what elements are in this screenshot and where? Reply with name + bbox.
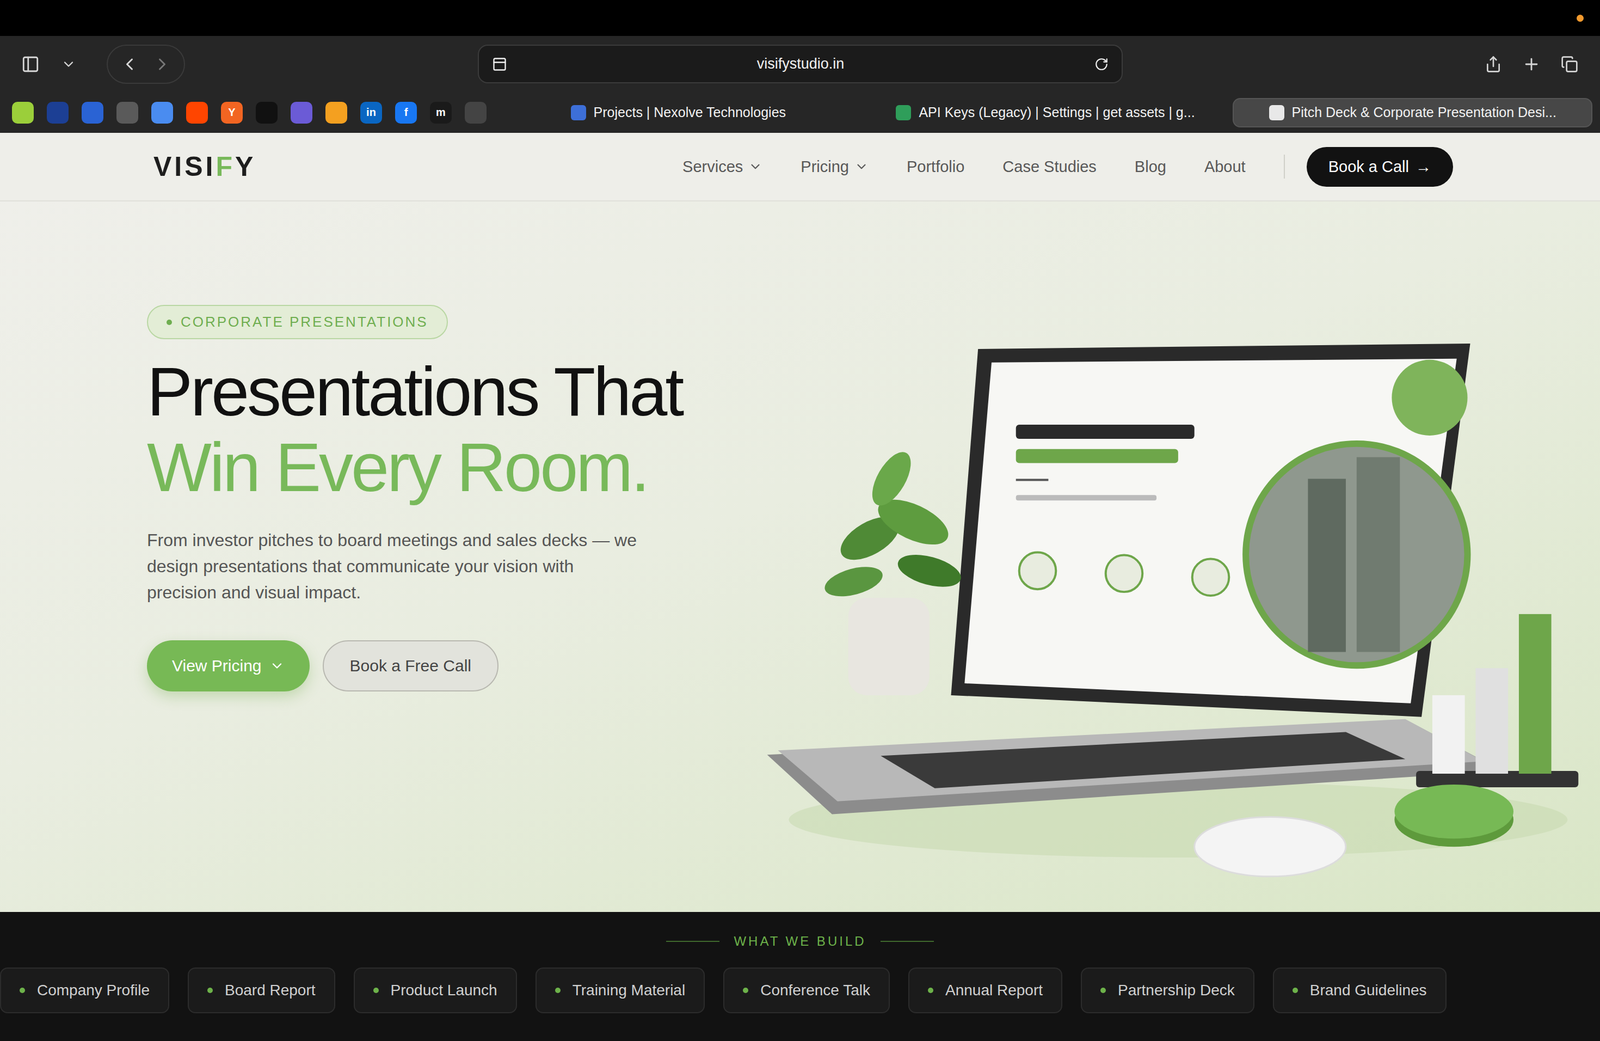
chevron-down-icon [269,657,285,674]
hero-lead: From investor pitches to board meetings … [146,526,643,606]
nav-links: Services Pricing Portfolio Case Studies Blog… [682,146,1454,187]
reload-icon[interactable] [1094,57,1109,72]
showcase-chip: Product Launch [353,967,518,1013]
chip-dot [1292,987,1298,993]
hero-heading: Presentations ThatWin Every Room. [146,354,735,506]
forward-icon [152,54,172,75]
browser-tab[interactable]: Pitch Deck & Corporate Presentation Desi… [1232,97,1593,128]
pinned-tab[interactable] [255,101,278,124]
chip-dot [1100,987,1106,993]
badge-dot [166,319,172,325]
back-icon [119,54,140,75]
pinned-tab[interactable] [151,101,174,124]
nav-link[interactable]: Case Studies [1002,157,1097,176]
pinned-tab[interactable] [464,101,487,124]
pinned-tab[interactable] [186,101,208,124]
plus-icon [1522,54,1541,74]
showcase-label: WHAT WE BUILD [666,933,934,949]
tabs-icon [1560,55,1579,73]
pinned-tab[interactable] [325,101,348,124]
showcase-chip: Board Report [187,967,336,1013]
pinned-tab[interactable]: f [395,101,417,124]
nav-link[interactable]: Portfolio [906,157,965,176]
showcase-band: WHAT WE BUILD Company Profile Board Report… [0,911,1600,1041]
pinned-tab[interactable] [11,101,34,124]
favicon-icon [570,105,587,121]
hero-image [734,343,1600,890]
favicon-icon [1269,105,1285,121]
tab-group-button[interactable] [52,47,85,81]
browser-tab[interactable]: Projects | Nexolve Technologies [498,97,859,128]
status-dot [1576,14,1584,22]
hero-badge: CORPORATE PRESENTATIONS [146,304,448,340]
sidebar-icon [21,54,40,74]
chevron-down-icon [748,159,763,174]
pinned-tabs: Yinfm [7,101,491,124]
hero: CORPORATE PRESENTATIONS Presentations Tha… [0,201,1600,912]
url-text: visifystudio.in [507,55,1095,73]
showcase-chip: Partnership Deck [1080,967,1255,1013]
toolbar-right [1122,47,1587,81]
system-bar [0,0,1600,36]
book-call-button[interactable]: Book a Call→ [1306,146,1454,187]
showcase-chip: Company Profile [0,967,170,1013]
address-field[interactable]: visifystudio.in [477,44,1123,84]
label-line [666,940,720,942]
toolbar-left [14,44,478,84]
forward-button[interactable] [145,47,179,81]
pinned-tab[interactable] [81,101,104,124]
chip-dot [19,987,26,993]
showcase-chip: Annual Report [908,967,1063,1013]
hero-visual [734,343,1600,890]
pinned-tab[interactable] [290,101,313,124]
showcase-chip: Training Material [535,967,705,1013]
nav-link[interactable]: About [1204,157,1246,176]
chevron-down-icon [854,159,869,174]
browser-window: visifystudio.in Yinfm Projects | Nexolve T… [0,0,1600,1041]
nav-divider [1283,154,1285,179]
favicon-icon [895,105,912,121]
new-tab-button[interactable] [1515,47,1548,81]
pinned-tab[interactable]: in [360,101,383,124]
showcase-chips: Company Profile Board Report Product Launc… [0,967,1600,1013]
chip-dot [555,987,561,993]
nav-link[interactable]: Pricing [800,157,869,176]
hero-buttons: View PricingBook a Free Call [146,640,735,692]
chip-dot [927,987,934,993]
showcase-chip: Brand Guidelines [1272,967,1447,1013]
logo[interactable]: VISIFY [153,150,256,183]
pinned-tab[interactable] [116,101,139,124]
chevron-down-icon [60,56,77,72]
view-pricing-button[interactable]: View Pricing [146,640,310,692]
share-icon [1484,55,1503,73]
pinned-tab[interactable] [46,101,69,124]
reader-icon [491,56,508,72]
tab-overview-button[interactable] [1553,47,1586,81]
nav-link[interactable]: Blog [1134,157,1167,176]
chip-dot [742,987,749,993]
sidebar-button[interactable] [14,47,47,81]
site-nav: VISIFY Services Pricing Portfolio Case Studi… [0,132,1600,202]
tab-bar: Yinfm Projects | Nexolve TechnologiesAPI … [0,91,1600,133]
browser-tab[interactable]: API Keys (Legacy) | Settings | get asset… [865,97,1226,128]
back-button[interactable] [113,47,146,81]
showcase-chip: Conference Talk [723,967,890,1013]
hero-copy: CORPORATE PRESENTATIONS Presentations Tha… [146,201,735,912]
chip-dot [373,987,379,993]
pinned-tab[interactable]: Y [220,101,243,124]
nav-link[interactable]: Services [682,157,763,176]
history-controls [106,44,186,84]
book-free-call-button[interactable]: Book a Free Call [322,640,499,692]
browser-toolbar: visifystudio.in [0,35,1600,92]
chip-dot [207,987,213,993]
label-line [880,940,934,942]
pinned-tab[interactable]: m [429,101,452,124]
arrow-icon: → [1415,157,1432,176]
share-button[interactable] [1477,47,1510,81]
